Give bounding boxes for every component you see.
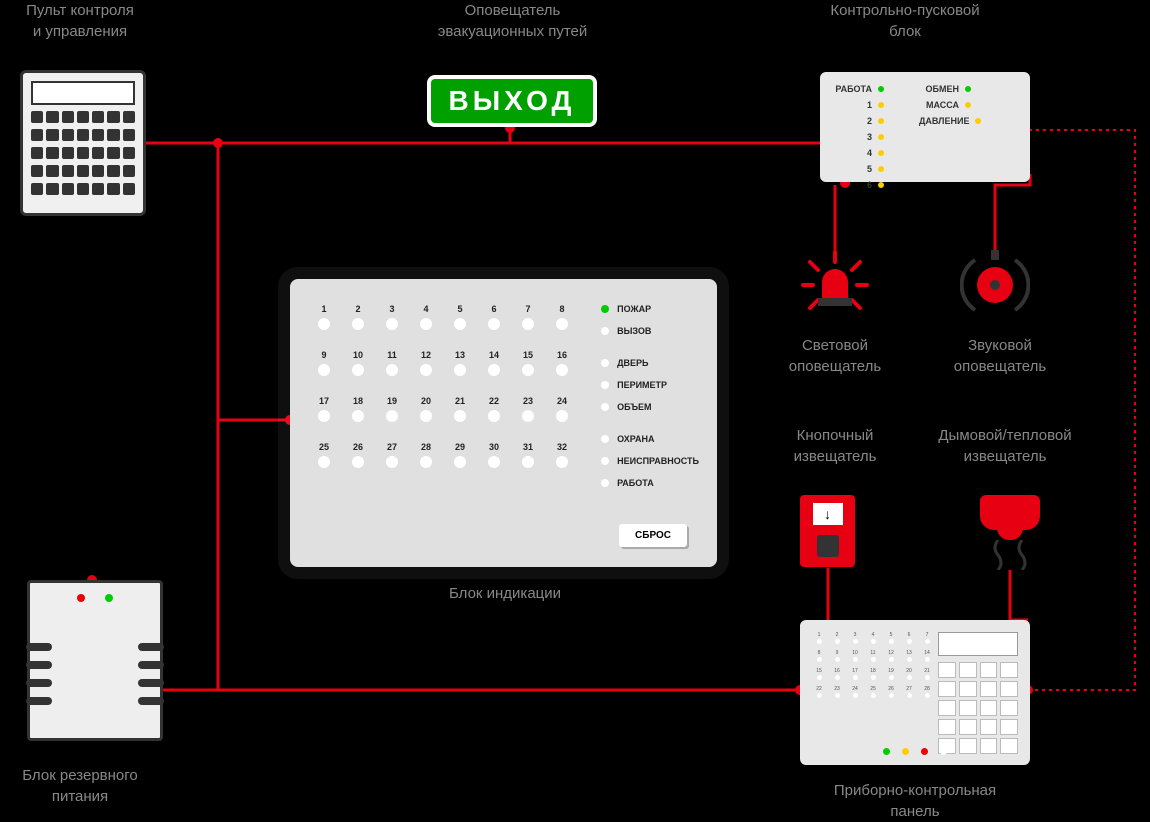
heat-waves-icon [988, 540, 1032, 570]
zone-indicator: 19 [378, 396, 406, 436]
zone-indicator: 17 [310, 396, 338, 436]
exit-sign: ВЫХОД [427, 75, 597, 127]
csb-led-row: 6 [832, 180, 884, 190]
label-sound-alarm: Звуковойоповещатель [940, 335, 1060, 377]
zone-indicator: 32 [548, 442, 576, 482]
status-row: ОБЪЕМ [601, 402, 699, 412]
status-row: ВЫЗОВ [601, 326, 699, 336]
zone-indicator: 21 [446, 396, 474, 436]
instrument-control-panel: 1234567891011121314151617181920212223242… [800, 620, 1030, 765]
label-smoke: Дымовой/тепловойизвещатель [925, 425, 1085, 467]
backup-power-device [27, 580, 163, 741]
smoke-detector-icon [980, 495, 1040, 530]
zone-indicator: 15 [514, 350, 542, 390]
zone-indicator: 8 [548, 304, 576, 344]
zone-indicator: 11 [378, 350, 406, 390]
status-row: РАБОТА [601, 478, 699, 488]
exit-sign-text: ВЫХОД [431, 79, 594, 123]
zone-indicator: 13 [446, 350, 474, 390]
zone-indicator: 31 [514, 442, 542, 482]
sound-alarm-icon [960, 250, 1030, 320]
label-light-alarm: Световойоповещатель [775, 335, 895, 377]
zone-indicator: 24 [548, 396, 576, 436]
zone-indicator: 14 [480, 350, 508, 390]
status-row: ОХРАНА [601, 434, 699, 444]
status-row: НЕИСПРАВНОСТЬ [601, 456, 699, 466]
zone-indicator: 5 [446, 304, 474, 344]
zone-indicator: 18 [344, 396, 372, 436]
node-dot [213, 138, 223, 148]
label-backup: Блок резервногопитания [0, 765, 160, 807]
label-exit: Оповещательэвакуационных путей [400, 0, 625, 42]
csb-led-row: РАБОТА [832, 84, 884, 94]
label-csb: Контрольно-пусковойблок [790, 0, 1020, 42]
zone-indicator: 22 [480, 396, 508, 436]
zone-indicator: 12 [412, 350, 440, 390]
zone-indicator: 16 [548, 350, 576, 390]
csb-led-row: 4 [832, 148, 884, 158]
reset-button[interactable]: СБРОС [619, 524, 687, 547]
status-row: ПОЖАР [601, 304, 699, 314]
zone-indicator: 2 [344, 304, 372, 344]
zone-indicator: 1 [310, 304, 338, 344]
zone-indicator: 3 [378, 304, 406, 344]
zone-indicator: 28 [412, 442, 440, 482]
status-row: ДВЕРЬ [601, 358, 699, 368]
csb-led-row: 1 [832, 100, 884, 110]
zone-indicator: 23 [514, 396, 542, 436]
label-call-point: Кнопочныйизвещатель [775, 425, 895, 467]
zone-indicator: 27 [378, 442, 406, 482]
zone-indicator: 29 [446, 442, 474, 482]
zone-indicator: 25 [310, 442, 338, 482]
zone-indicator: 26 [344, 442, 372, 482]
csb-led-row: 2 [832, 116, 884, 126]
csb-led-row: ДАВЛЕНИЕ [919, 116, 981, 126]
zone-indicator: 9 [310, 350, 338, 390]
zone-indicator: 20 [412, 396, 440, 436]
zone-indicator: 10 [344, 350, 372, 390]
label-indication: Блок индикации [430, 583, 580, 604]
zone-indicator: 30 [480, 442, 508, 482]
manual-call-point-icon: ↓ [800, 495, 855, 567]
light-alarm-icon [800, 250, 870, 320]
status-row: ПЕРИМЕТР [601, 380, 699, 390]
control-start-block: РАБОТА123456 ОБМЕНМАССАДАВЛЕНИЕ [820, 72, 1030, 182]
label-ipanel: Приборно-контрольнаяпанель [800, 780, 1030, 822]
csb-led-row: 5 [832, 164, 884, 174]
csb-led-row: МАССА [919, 100, 981, 110]
zone-indicator: 7 [514, 304, 542, 344]
control-keypad-device [20, 70, 146, 216]
zone-indicator: 4 [412, 304, 440, 344]
indication-block: 1234567891011121314151617181920212223242… [290, 279, 717, 567]
zone-indicator: 6 [480, 304, 508, 344]
csb-led-row: ОБМЕН [919, 84, 981, 94]
label-control-panel: Пульт контроляи управления [0, 0, 160, 42]
csb-led-row: 3 [832, 132, 884, 142]
